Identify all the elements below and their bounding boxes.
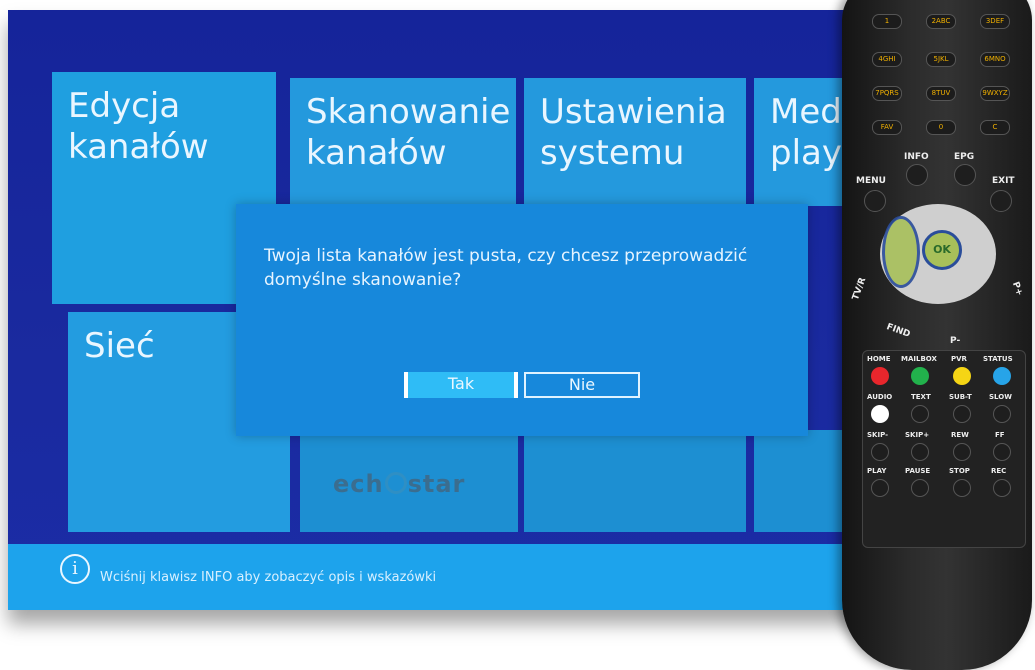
green-key[interactable] bbox=[911, 367, 929, 385]
exit-key[interactable] bbox=[990, 190, 1012, 212]
dialog-message: Twoja lista kanałów jest pusta, czy chce… bbox=[264, 246, 748, 290]
yellow-key[interactable] bbox=[953, 367, 971, 385]
ff-label: FF bbox=[995, 431, 1005, 439]
rewind-key[interactable] bbox=[953, 443, 971, 461]
nav-left-highlight[interactable] bbox=[882, 216, 920, 288]
tvr-label: TV/R bbox=[850, 276, 869, 302]
play-key[interactable] bbox=[871, 479, 889, 497]
key-9[interactable]: 9WXYZ bbox=[980, 86, 1010, 101]
yes-button[interactable]: Tak bbox=[404, 372, 518, 398]
info-label: INFO bbox=[904, 152, 929, 162]
stop-label: STOP bbox=[949, 467, 970, 475]
key-fav[interactable]: FAV bbox=[872, 120, 902, 135]
pvr-label: PVR bbox=[951, 355, 967, 363]
menu-key[interactable] bbox=[864, 190, 886, 212]
text-label: TEXT bbox=[911, 393, 931, 401]
mailbox-label: MAILBOX bbox=[901, 355, 937, 363]
play-label: PLAY bbox=[867, 467, 887, 475]
tile-label: Skanowanie kanałów bbox=[306, 92, 511, 173]
audio-label: AUDIO bbox=[867, 393, 893, 401]
record-key[interactable] bbox=[993, 479, 1011, 497]
logo-text-right: star bbox=[407, 470, 466, 498]
blue-key[interactable] bbox=[993, 367, 1011, 385]
menu-label: MENU bbox=[856, 176, 886, 186]
logo-text-left: ech bbox=[333, 470, 384, 498]
key-1[interactable]: 1 bbox=[872, 14, 902, 29]
tile-label: Edycja kanałów bbox=[68, 86, 209, 167]
audio-key[interactable] bbox=[871, 405, 889, 423]
tile-label: Ustawienia systemu bbox=[540, 92, 727, 173]
rew-label: REW bbox=[951, 431, 969, 439]
key-8[interactable]: 8TUV bbox=[926, 86, 956, 101]
epg-label: EPG bbox=[954, 152, 975, 162]
subt-label: SUB-T bbox=[949, 393, 972, 401]
info-key[interactable] bbox=[906, 164, 928, 186]
tile-system-settings[interactable]: Ustawienia systemu bbox=[524, 78, 746, 206]
red-key[interactable] bbox=[871, 367, 889, 385]
pplus-label: P+ bbox=[1009, 280, 1025, 298]
key-0[interactable]: 0 bbox=[926, 120, 956, 135]
find-label: FIND bbox=[885, 322, 912, 340]
remote-control: 1 2ABC 3DEF 4GHI 5JKL 6MNO 7PQRS 8TUV 9W… bbox=[842, 0, 1032, 670]
logo-ring-icon bbox=[384, 472, 407, 494]
tile-empty bbox=[524, 430, 746, 532]
skipplus-label: SKIP+ bbox=[905, 431, 930, 439]
pause-key[interactable] bbox=[911, 479, 929, 497]
skip-forward-key[interactable] bbox=[911, 443, 929, 461]
status-label: STATUS bbox=[983, 355, 1013, 363]
slow-label: SLOW bbox=[989, 393, 1012, 401]
pause-label: PAUSE bbox=[905, 467, 931, 475]
key-7[interactable]: 7PQRS bbox=[872, 86, 902, 101]
key-c[interactable]: C bbox=[980, 120, 1010, 135]
footer-hint: Wciśnij klawisz INFO aby zobaczyć opis i… bbox=[100, 570, 437, 585]
fast-forward-key[interactable] bbox=[993, 443, 1011, 461]
confirm-dialog: Twoja lista kanałów jest pusta, czy chce… bbox=[236, 204, 808, 436]
exit-label: EXIT bbox=[992, 176, 1015, 186]
stop-key[interactable] bbox=[953, 479, 971, 497]
key-3[interactable]: 3DEF bbox=[980, 14, 1010, 29]
key-6[interactable]: 6MNO bbox=[980, 52, 1010, 67]
rec-label: REC bbox=[991, 467, 1007, 475]
skip-back-key[interactable] bbox=[871, 443, 889, 461]
key-5[interactable]: 5JKL bbox=[926, 52, 956, 67]
key-2[interactable]: 2ABC bbox=[926, 14, 956, 29]
info-icon: i bbox=[60, 554, 90, 584]
subt-key[interactable] bbox=[953, 405, 971, 423]
home-label: HOME bbox=[867, 355, 891, 363]
text-key[interactable] bbox=[911, 405, 929, 423]
tile-channel-scan[interactable]: Skanowanie kanałów bbox=[290, 78, 516, 206]
echostar-logo: ech star bbox=[333, 470, 465, 498]
lower-keypad: HOME MAILBOX PVR STATUS AUDIO TEXT SUB-T… bbox=[862, 350, 1026, 548]
key-4[interactable]: 4GHI bbox=[872, 52, 902, 67]
ok-button[interactable]: OK bbox=[922, 230, 962, 270]
epg-key[interactable] bbox=[954, 164, 976, 186]
no-button[interactable]: Nie bbox=[524, 372, 640, 398]
slow-key[interactable] bbox=[993, 405, 1011, 423]
pminus-label: P- bbox=[950, 336, 961, 346]
skipminus-label: SKIP- bbox=[867, 431, 888, 439]
